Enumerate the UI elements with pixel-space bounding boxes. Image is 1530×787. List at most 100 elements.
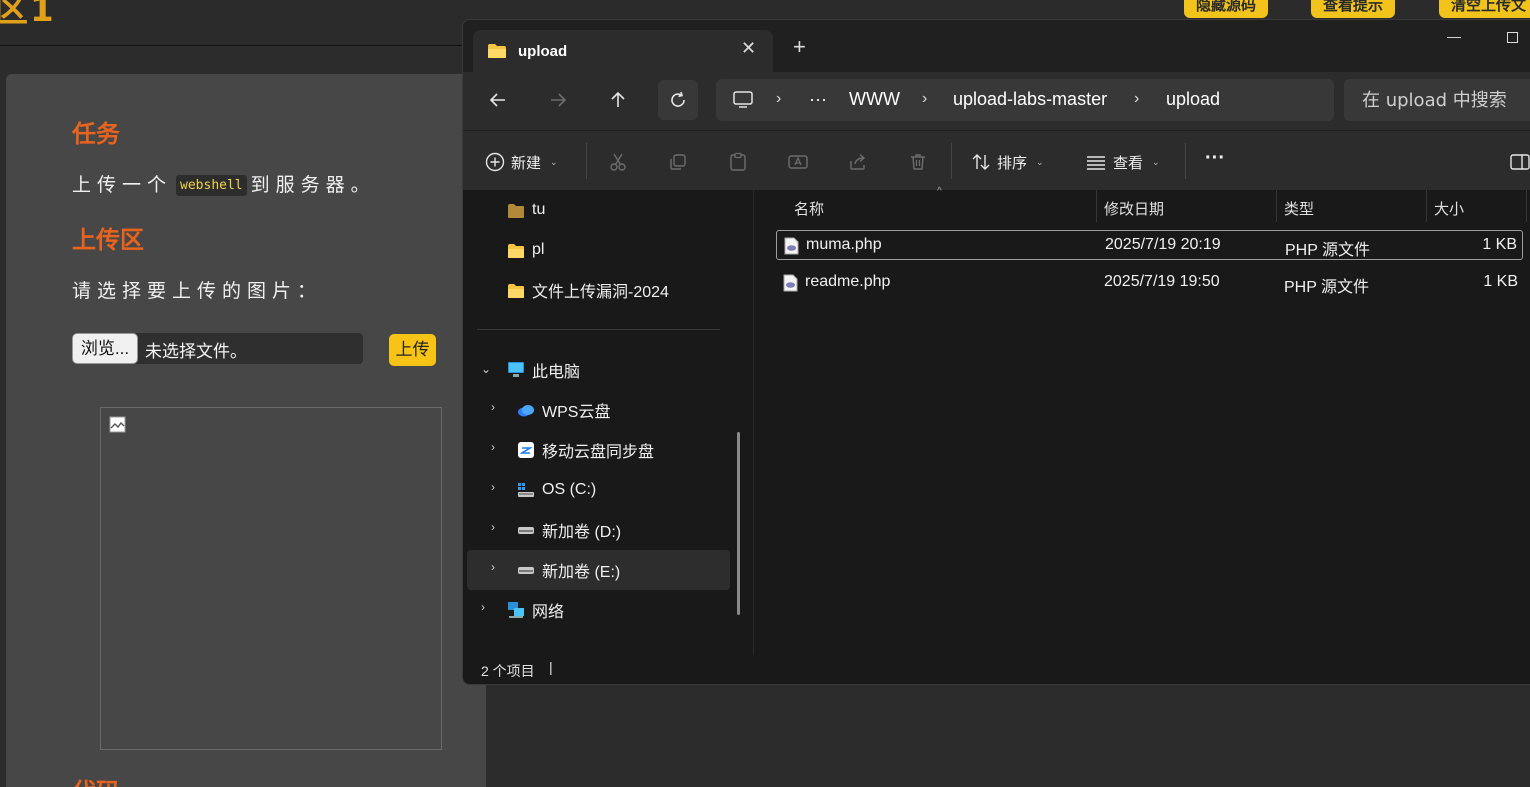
view-button[interactable]: 查看 ⌄ (1085, 149, 1160, 175)
computer-icon (508, 362, 524, 377)
breadcrumb-chevron-icon: › (776, 90, 782, 107)
task-text-after: 到服务器。 (250, 174, 376, 196)
nav-item-wps-cloud[interactable]: › WPS云盘 (467, 390, 730, 430)
file-row-readme[interactable]: readme.php 2025/7/19 19:50 PHP 源文件 1 KB (776, 268, 1523, 298)
new-label: 新建 (511, 154, 542, 172)
hide-source-button[interactable]: 隐藏源码 (1184, 0, 1269, 18)
monitor-icon (733, 91, 753, 108)
task-description: 上传一个 webshell 到服务器。 (72, 170, 376, 197)
paste-icon[interactable] (727, 151, 749, 173)
nav-item-this-pc[interactable]: ⌄ 此电脑 (467, 350, 730, 390)
nav-item-network[interactable]: › 网络 (467, 590, 730, 630)
nav-label: 网络 (532, 604, 565, 621)
column-divider[interactable] (1096, 190, 1097, 222)
file-input[interactable]: 浏览... 未选择文件。 (72, 333, 363, 364)
clear-uploads-button[interactable]: 清空上传文 (1439, 0, 1530, 18)
column-name[interactable]: 名称 (794, 198, 824, 219)
minimize-icon[interactable]: — (1447, 28, 1461, 44)
no-file-label: 未选择文件。 (145, 342, 247, 361)
file-type: PHP 源文件 (1284, 279, 1370, 296)
file-row-muma[interactable]: muma.php 2025/7/19 20:19 PHP 源文件 1 KB (776, 230, 1523, 260)
nav-label: WPS云盘 (542, 404, 611, 421)
column-modified[interactable]: 修改日期 (1104, 198, 1164, 219)
nav-item-volume-d[interactable]: › 新加卷 (D:) (467, 510, 730, 550)
folder-icon (508, 204, 524, 218)
tab-upload[interactable]: upload ✕ (473, 30, 773, 72)
chevron-right-icon: › (491, 520, 495, 534)
nav-label: 新加卷 (E:) (542, 564, 621, 581)
column-type[interactable]: 类型 (1284, 198, 1314, 219)
search-input[interactable] (1362, 79, 1530, 121)
choose-image-label: 请选择要上传的图片： (72, 280, 323, 302)
new-button[interactable]: 新建 ⌄ (485, 149, 558, 175)
upload-heading: 上传区 (72, 226, 144, 254)
nav-item-os-c[interactable]: › OS (C:) (467, 470, 730, 510)
plus-circle-icon (485, 152, 505, 172)
breadcrumb-upload[interactable]: upload (1166, 89, 1220, 110)
status-bar: 2 个项目 | (463, 655, 1530, 684)
nav-item-pl[interactable]: pl (467, 230, 730, 270)
nav-divider (477, 329, 720, 330)
share-icon[interactable] (847, 151, 869, 173)
back-button[interactable] (478, 80, 518, 120)
nav-label: 文件上传漏洞-2024 (532, 284, 669, 301)
command-bar: 新建 ⌄ 排序 ⌄ 查看 ⌄ ··· (463, 130, 1530, 190)
file-list: ^ 名称 修改日期 类型 大小 muma.php 2025/7/19 20:19… (753, 186, 1530, 655)
tab-title: upload (518, 43, 568, 60)
close-icon[interactable]: ✕ (741, 38, 756, 59)
more-options-button[interactable]: ··· (1205, 145, 1225, 171)
search-box[interactable] (1344, 79, 1530, 121)
chevron-right-icon: › (491, 560, 495, 574)
nav-label: pl (532, 241, 545, 258)
file-type: PHP 源文件 (1285, 242, 1371, 259)
chevron-down-icon: ⌄ (1152, 156, 1160, 167)
navigation-bar: › ··· WWW › upload-labs-master › upload (463, 72, 1530, 130)
nav-item-mobile-cloud-sync[interactable]: › 移动云盘同步盘 (467, 430, 730, 470)
breadcrumb-chevron-icon: › (922, 90, 928, 107)
up-button[interactable] (598, 80, 638, 120)
column-size[interactable]: 大小 (1434, 198, 1464, 219)
webshell-code: webshell (176, 175, 247, 196)
network-icon (508, 602, 524, 618)
nav-label: 新加卷 (D:) (542, 524, 622, 541)
delete-icon[interactable] (907, 151, 929, 173)
details-pane-icon[interactable] (1509, 151, 1530, 173)
address-bar[interactable]: › ··· WWW › upload-labs-master › upload (716, 79, 1334, 121)
new-tab-plus-icon[interactable]: + (793, 36, 806, 58)
nav-item-upload-vuln-2024[interactable]: 文件上传漏洞-2024 (467, 270, 730, 310)
cloud-icon (518, 405, 534, 417)
refresh-icon (671, 91, 685, 107)
sort-button[interactable]: 排序 ⌄ (971, 149, 1044, 175)
breadcrumb-upload-labs-master[interactable]: upload-labs-master (953, 89, 1107, 110)
file-modified: 2025/7/19 20:19 (1105, 236, 1221, 253)
rename-icon[interactable] (787, 151, 809, 173)
toolbar-divider (1185, 143, 1186, 179)
nav-scrollbar[interactable] (737, 432, 740, 615)
breadcrumb-www[interactable]: WWW (849, 89, 900, 110)
breadcrumb-more[interactable]: ··· (809, 89, 827, 110)
cut-icon[interactable] (607, 151, 629, 173)
maximize-icon[interactable] (1507, 32, 1518, 43)
view-list-icon (1087, 156, 1105, 170)
code-heading: 代码 (72, 772, 120, 787)
column-divider[interactable] (1426, 190, 1427, 222)
forward-button[interactable] (538, 80, 578, 120)
copy-icon[interactable] (667, 151, 689, 173)
broken-image-icon (109, 416, 126, 433)
item-count: 2 个项目 (481, 663, 535, 679)
cloud-sync-icon (518, 442, 534, 458)
column-divider[interactable] (1276, 190, 1277, 222)
browse-button[interactable]: 浏览... (72, 333, 138, 364)
title-bar: upload ✕ + — (463, 20, 1530, 72)
nav-label: OS (C:) (542, 481, 597, 498)
image-preview (100, 407, 442, 750)
task-text-before: 上传一个 (72, 174, 173, 196)
nav-item-volume-e[interactable]: › 新加卷 (E:) (467, 550, 730, 590)
column-divider[interactable] (1526, 190, 1527, 222)
refresh-button[interactable] (658, 80, 698, 120)
sort-icon (972, 154, 990, 170)
chevron-down-icon: ⌄ (481, 362, 492, 376)
nav-item-tu[interactable]: tu (467, 190, 730, 230)
view-hint-button[interactable]: 查看提示 (1311, 0, 1396, 18)
upload-button[interactable]: 上传 (389, 334, 436, 366)
